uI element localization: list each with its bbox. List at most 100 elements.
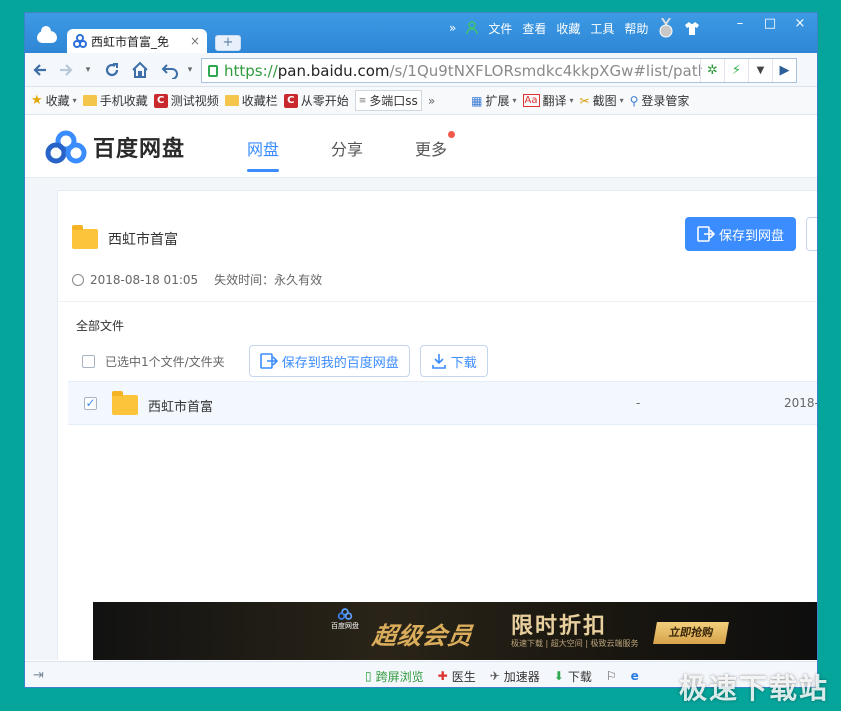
extension-extend[interactable]: ▦ 扩展 ▾: [471, 92, 516, 109]
medical-cross-icon: ✚: [437, 669, 448, 683]
c-logo-icon: C: [153, 93, 168, 108]
save-icon: [697, 226, 715, 242]
grid-icon: ▦: [471, 93, 483, 108]
bookmark-from-zero[interactable]: C 从零开始: [283, 92, 349, 109]
back-arrow-icon[interactable]: [31, 61, 49, 79]
bookmark-mobile-favorites[interactable]: 手机收藏: [82, 92, 148, 109]
page-icon: ≡: [358, 95, 367, 106]
row-checkbox[interactable]: ✓: [84, 397, 97, 410]
breadcrumb[interactable]: 全部文件: [76, 317, 124, 334]
baidu-pan-favicon-icon: [73, 34, 87, 48]
file-date: 2018-: [784, 396, 818, 410]
save-icon: [259, 353, 278, 369]
go-arrow-icon[interactable]: ▶: [772, 59, 796, 82]
select-all-checkbox[interactable]: [82, 354, 95, 368]
minimize-icon[interactable]: –: [727, 15, 753, 33]
share-title: 西虹市首富: [72, 225, 178, 249]
address-bar[interactable]: https://pan.baidu.com/s/1Qu9tNXFLORsmdkc…: [201, 58, 797, 83]
status-items: ▯ 跨屏浏览 ✚ 医生 ✈ 加速器 ⬇ 下载 ⚐ e: [365, 662, 639, 687]
banner-discount-text: 限时折扣: [511, 614, 608, 639]
speed-mode-icon[interactable]: ⚡: [724, 59, 748, 82]
download-button[interactable]: 下载: [419, 345, 488, 377]
folder-icon: [112, 391, 138, 415]
bookmark-multi-port[interactable]: ≡ 多端口ss: [354, 90, 422, 111]
url-text[interactable]: https://pan.baidu.com/s/1Qu9tNXFLORsmdkc…: [224, 62, 702, 80]
promo-banner[interactable]: 百度网盘 超级会员 限时折扣 极速下载 | 超大空间 | 极致云端服务 立即抢购: [93, 602, 817, 660]
status-doctor[interactable]: ✚ 医生: [438, 668, 476, 685]
brand-logo[interactable]: 百度网盘: [45, 130, 185, 164]
share-expiry: 失效时间：永久有效: [214, 273, 323, 287]
file-row[interactable]: ✓ 西虹市首富 - 2018-: [68, 381, 818, 425]
save-to-netdisk-button[interactable]: 保存到网盘: [685, 217, 796, 251]
phone-icon: ▯: [365, 669, 372, 683]
menu-view[interactable]: 查看: [522, 20, 546, 37]
person-icon[interactable]: [466, 21, 479, 35]
save-to-my-netdisk-button[interactable]: 保存到我的百度网盘: [248, 345, 410, 377]
menu-overflow-icon[interactable]: »: [449, 21, 456, 35]
selection-count: 已选中1个文件/文件夹: [105, 354, 225, 369]
menu-help[interactable]: 帮助: [624, 20, 648, 37]
tab-title: 西虹市首富_免: [91, 34, 170, 49]
address-tools: ✲ ⚡ ▼ ▶: [700, 59, 796, 82]
more-options-button[interactable]: [806, 217, 817, 251]
skin-shirt-icon[interactable]: [684, 21, 700, 35]
translate-icon: Aa: [522, 94, 540, 107]
undo-icon[interactable]: [161, 61, 179, 79]
forward-arrow-icon[interactable]: [57, 61, 75, 79]
bookmarks-bar: ★ 收藏 ▾ 手机收藏 C 测试视频 收藏栏 C 从零开始 ≡ 多端口ss » …: [25, 87, 817, 115]
rocket-icon: ✈: [489, 669, 500, 683]
extension-screenshot[interactable]: ✂ 截图 ▾: [580, 92, 624, 109]
home-icon[interactable]: [131, 61, 149, 79]
banner-buy-button[interactable]: 立即抢购: [653, 622, 729, 644]
new-tab-button[interactable]: +: [215, 35, 241, 51]
tab-close-icon[interactable]: ×: [189, 34, 201, 48]
share-date: 2018-08-18 01:05: [90, 272, 199, 287]
chevron-down-icon: ▾: [72, 96, 77, 105]
flag-icon[interactable]: ⚐: [606, 669, 617, 683]
medal-icon[interactable]: [658, 18, 674, 38]
extension-login-manager[interactable]: ⚲ 登录管家: [630, 92, 690, 109]
forward-dropdown-icon[interactable]: ▾: [79, 61, 97, 79]
refresh-icon[interactable]: [103, 61, 121, 79]
key-icon: ⚲: [629, 93, 639, 108]
folder-icon: [72, 225, 98, 249]
folder-icon: [224, 95, 239, 106]
file-name[interactable]: 西虹市首富: [148, 396, 213, 415]
status-cross-screen[interactable]: ▯ 跨屏浏览: [365, 668, 424, 685]
folder-icon: [82, 95, 97, 106]
browser-tab[interactable]: 西虹市首富_免 ×: [67, 29, 207, 53]
baidu-pan-logo-icon: [45, 130, 87, 164]
window-controls: – □ ×: [727, 15, 813, 33]
bookmark-favorites[interactable]: ★ 收藏 ▾: [31, 92, 77, 109]
status-accelerator[interactable]: ✈ 加速器: [490, 668, 540, 685]
bookmark-test-video[interactable]: C 测试视频: [153, 92, 219, 109]
chevron-down-icon: ▾: [619, 96, 624, 105]
lock-icon: [208, 64, 218, 77]
navigation-bar: ▾ ▾ https://pan.baidu.com/s/1Qu9tNXFLORs…: [25, 53, 817, 87]
bookmarks-overflow-icon[interactable]: »: [428, 94, 435, 108]
bookmark-favorites-bar[interactable]: 收藏栏: [224, 92, 278, 109]
share-card: 西虹市首富 保存到网盘 2018-08-18 01:05 失效时间：永久有效 全…: [57, 190, 818, 660]
nav-tab-more[interactable]: 更多: [415, 131, 456, 160]
nav-tab-netdisk[interactable]: 网盘: [247, 136, 280, 172]
nav-tab-share[interactable]: 分享: [331, 136, 363, 160]
watermark: 极速下载站: [678, 672, 829, 705]
banner-brand: 百度网盘: [331, 608, 359, 631]
brand-name: 百度网盘: [93, 137, 186, 162]
notification-dot: [448, 131, 456, 138]
status-download[interactable]: ⬇ 下载: [554, 668, 592, 685]
maximize-icon[interactable]: □: [757, 15, 783, 33]
site-nav: 网盘 分享 更多: [247, 131, 456, 172]
security-shield-icon[interactable]: ✲: [700, 59, 724, 82]
ie-icon[interactable]: e: [631, 669, 639, 683]
sidebar-toggle-icon[interactable]: ⇥: [33, 668, 49, 683]
menu-file[interactable]: 文件: [488, 20, 512, 37]
file-size: -: [636, 396, 641, 410]
browser-logo-icon[interactable]: [37, 26, 57, 43]
close-icon[interactable]: ×: [787, 15, 813, 33]
extension-translate[interactable]: Aa 翻译 ▾: [522, 92, 574, 109]
undo-dropdown-icon[interactable]: ▾: [181, 61, 199, 79]
address-dropdown-icon[interactable]: ▼: [748, 59, 772, 82]
menu-tools[interactable]: 工具: [590, 20, 614, 37]
menu-favorites[interactable]: 收藏: [556, 20, 580, 37]
